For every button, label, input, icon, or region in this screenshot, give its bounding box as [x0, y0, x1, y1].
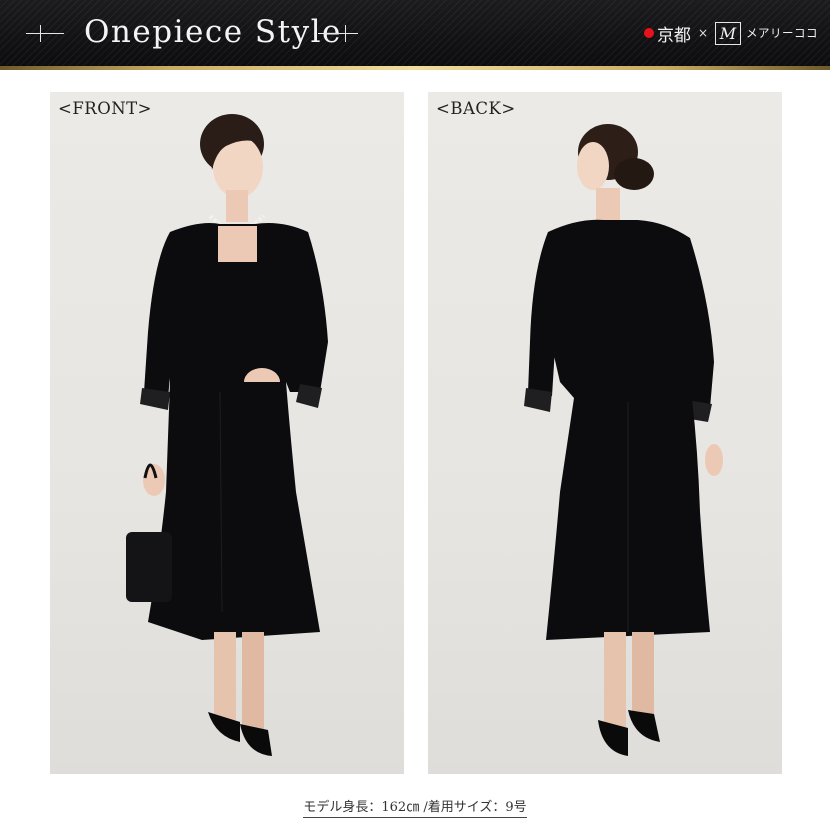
title-ornament-left — [26, 33, 64, 34]
back-label: <BACK> — [436, 99, 516, 118]
model-back-figure — [524, 124, 723, 756]
title-ornament-right — [318, 33, 358, 34]
brand-name: メアリーココ — [746, 26, 818, 40]
brand-kyoto: 京都 — [656, 25, 691, 46]
front-label: <FRONT> — [58, 99, 152, 118]
front-photo: <FRONT> — [50, 92, 404, 774]
m-logo-icon: M — [715, 21, 741, 45]
model-front-figure — [126, 114, 328, 756]
brand-logo: 京都 × M メアリーココ — [643, 20, 818, 46]
page-title: Onepiece Style — [84, 14, 342, 50]
red-dot-icon — [643, 28, 654, 38]
brand-separator: × — [697, 26, 708, 40]
model-size-text: モデル身長：162㎝ /着用サイズ：9号 — [303, 796, 527, 818]
back-photo: <BACK> — [428, 92, 782, 774]
header-banner: Onepiece Style 京都 × M メアリーココ — [0, 0, 830, 66]
gold-divider — [0, 66, 830, 70]
model-caption: モデル身長：162㎝ /着用サイズ：9号 — [0, 796, 830, 818]
title-ornament-left-tick — [40, 25, 41, 42]
title-ornament-right-tick — [345, 25, 346, 42]
